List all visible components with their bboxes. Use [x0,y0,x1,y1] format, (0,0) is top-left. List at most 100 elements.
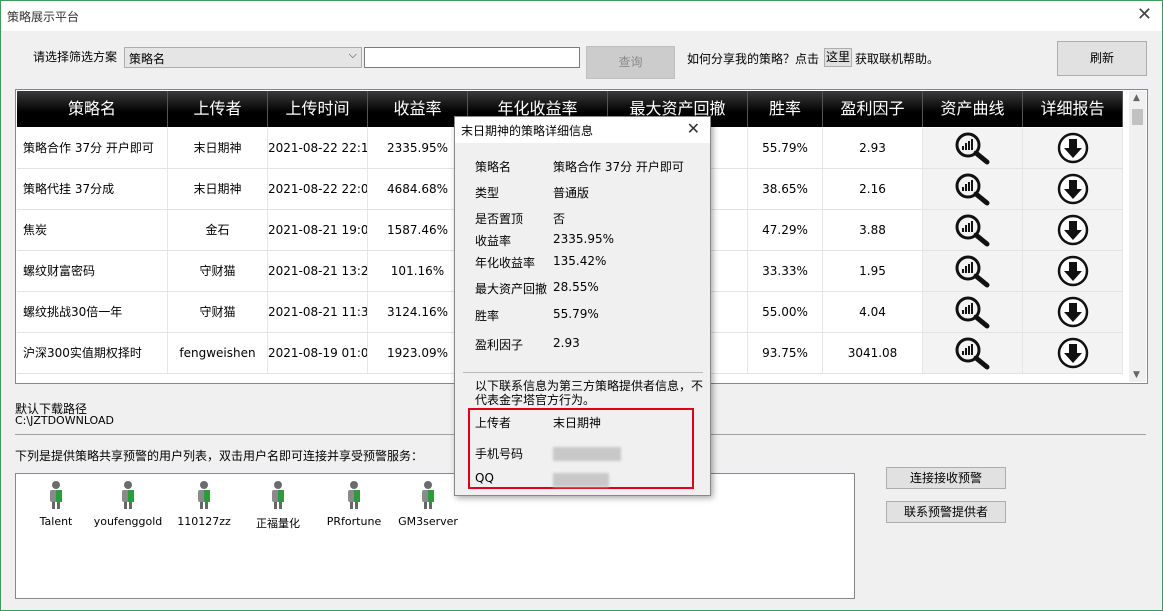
user-item[interactable]: PRfortune [314,480,394,528]
equity-curve-cell[interactable] [923,292,1023,332]
column-header[interactable]: 上传时间 [268,91,368,127]
user-item[interactable]: Talent [16,480,96,528]
scroll-up-icon[interactable]: ▲ [1133,93,1140,103]
detail-key: 胜率 [475,309,500,323]
scroll-down-icon[interactable]: ▼ [1133,370,1140,380]
table-cell: 55.79% [748,128,823,168]
connect-alert-button[interactable]: 连接接收预警 [886,467,1006,489]
column-header[interactable]: 详细报告 [1023,91,1123,127]
magnifier-chart-icon[interactable] [953,172,993,206]
detail-value: 策略合作 37分 开户即可 [553,160,684,174]
download-path-value: C:\JZTDOWNLOAD [15,414,115,427]
magnifier-chart-icon[interactable] [953,254,993,288]
table-cell: 2021-08-19 01:00 [268,333,368,373]
scroll-thumb[interactable] [1132,109,1143,125]
refresh-button[interactable]: 刷新 [1057,41,1147,76]
report-cell[interactable] [1023,292,1123,332]
equity-curve-cell[interactable] [923,251,1023,291]
table-cell: 2021-08-21 19:01 [268,210,368,250]
user-name: 110127zz [177,515,231,528]
help-suffix: 获取联机帮助。 [855,52,940,66]
download-arrow-icon[interactable] [1057,173,1089,205]
download-arrow-icon[interactable] [1057,296,1089,328]
magnifier-chart-icon[interactable] [953,295,993,329]
table-cell: 101.16% [368,251,468,291]
equity-curve-cell[interactable] [923,169,1023,209]
user-item[interactable]: 110127zz [164,480,244,528]
table-cell: 4.04 [823,292,923,332]
main-window: 策略展示平台 ✕ 请选择筛选方案 策略名 ⌵ 查询 如何分享我的策略？点击 这里… [0,0,1163,611]
column-header[interactable]: 策略名 [17,91,168,127]
detail-value: 2.93 [553,336,580,350]
detail-value: 普通版 [553,186,590,200]
close-icon[interactable]: ✕ [1137,5,1152,25]
table-cell: 2335.95% [368,128,468,168]
column-header[interactable]: 资产曲线 [923,91,1023,127]
user-icon [122,481,134,509]
table-cell: 守财猫 [168,251,268,291]
help-prefix: 如何分享我的策略？点击 [687,52,820,66]
equity-curve-cell[interactable] [923,128,1023,168]
contact-value: 末日期神 [553,416,602,430]
magnifier-chart-icon[interactable] [953,131,993,165]
table-cell: 3.88 [823,210,923,250]
user-name: GM3server [398,515,458,528]
strategy-detail-dialog: 末日期神的策略详细信息 ✕ 策略名 策略合作 37分 开户即可 类型 普通版 是否置顶 否… [454,116,711,496]
download-arrow-icon[interactable] [1057,214,1089,246]
table-cell: 1587.46% [368,210,468,250]
column-header[interactable]: 盈利因子 [823,91,923,127]
report-cell[interactable] [1023,128,1123,168]
table-cell: 1923.09% [368,333,468,373]
table-cell: 2021-08-22 22:14 [268,128,368,168]
table-cell: 螺纹挑战30倍一年 [17,292,168,332]
user-name: youfenggold [93,515,163,528]
query-button[interactable]: 查询 [586,46,675,79]
table-cell: 93.75% [748,333,823,373]
help-link-button[interactable]: 这里 [824,48,852,67]
report-cell[interactable] [1023,333,1123,373]
user-item[interactable]: youfenggold [88,480,168,528]
detail-value: 否 [553,212,566,226]
detail-key: 是否置顶 [475,212,524,226]
table-cell: 2021-08-22 22:06 [268,169,368,209]
magnifier-chart-icon[interactable] [953,213,993,247]
table-cell: 3124.16% [368,292,468,332]
table-cell: 守财猫 [168,292,268,332]
detail-key: 最大资产回撤 [475,282,548,296]
user-name: 正福量化 [256,517,300,530]
detail-key: 年化收益率 [475,256,536,270]
column-header[interactable]: 收益率 [368,91,468,127]
detail-key: 类型 [475,186,500,200]
magnifier-chart-icon[interactable] [953,336,993,370]
search-input[interactable] [364,47,580,68]
table-cell: 33.33% [748,251,823,291]
table-cell: 4684.68% [368,169,468,209]
detail-value: 28.55% [553,280,599,294]
contact-provider-button[interactable]: 联系预警提供者 [886,501,1006,523]
contact-key: 手机号码 [475,447,524,461]
filter-select[interactable]: 策略名 ⌵ [124,47,362,68]
detail-value: 55.79% [553,307,599,321]
table-cell: 47.29% [748,210,823,250]
column-header[interactable]: 上传者 [168,91,268,127]
download-arrow-icon[interactable] [1057,337,1089,369]
table-cell: 沪深300实值期权择时 [17,333,168,373]
user-item[interactable]: 正福量化 [238,480,318,531]
dialog-close-icon[interactable]: ✕ [687,119,700,138]
report-cell[interactable] [1023,251,1123,291]
report-cell[interactable] [1023,169,1123,209]
table-cell: 螺纹财富密码 [17,251,168,291]
user-name: Talent [39,515,73,528]
column-header[interactable]: 胜率 [748,91,823,127]
dialog-note: 以下联系信息为第三方策略提供者信息，不代表金字塔官方行为。 [475,379,704,407]
filter-select-value: 策略名 [129,52,166,66]
download-arrow-icon[interactable] [1057,132,1089,164]
filter-label: 请选择筛选方案 [33,50,118,64]
report-cell[interactable] [1023,210,1123,250]
equity-curve-cell[interactable] [923,210,1023,250]
table-cell: 1.95 [823,251,923,291]
equity-curve-cell[interactable] [923,333,1023,373]
download-arrow-icon[interactable] [1057,255,1089,287]
detail-key: 盈利因子 [475,338,524,352]
table-scrollbar[interactable]: ▲ ▼ [1129,91,1146,382]
